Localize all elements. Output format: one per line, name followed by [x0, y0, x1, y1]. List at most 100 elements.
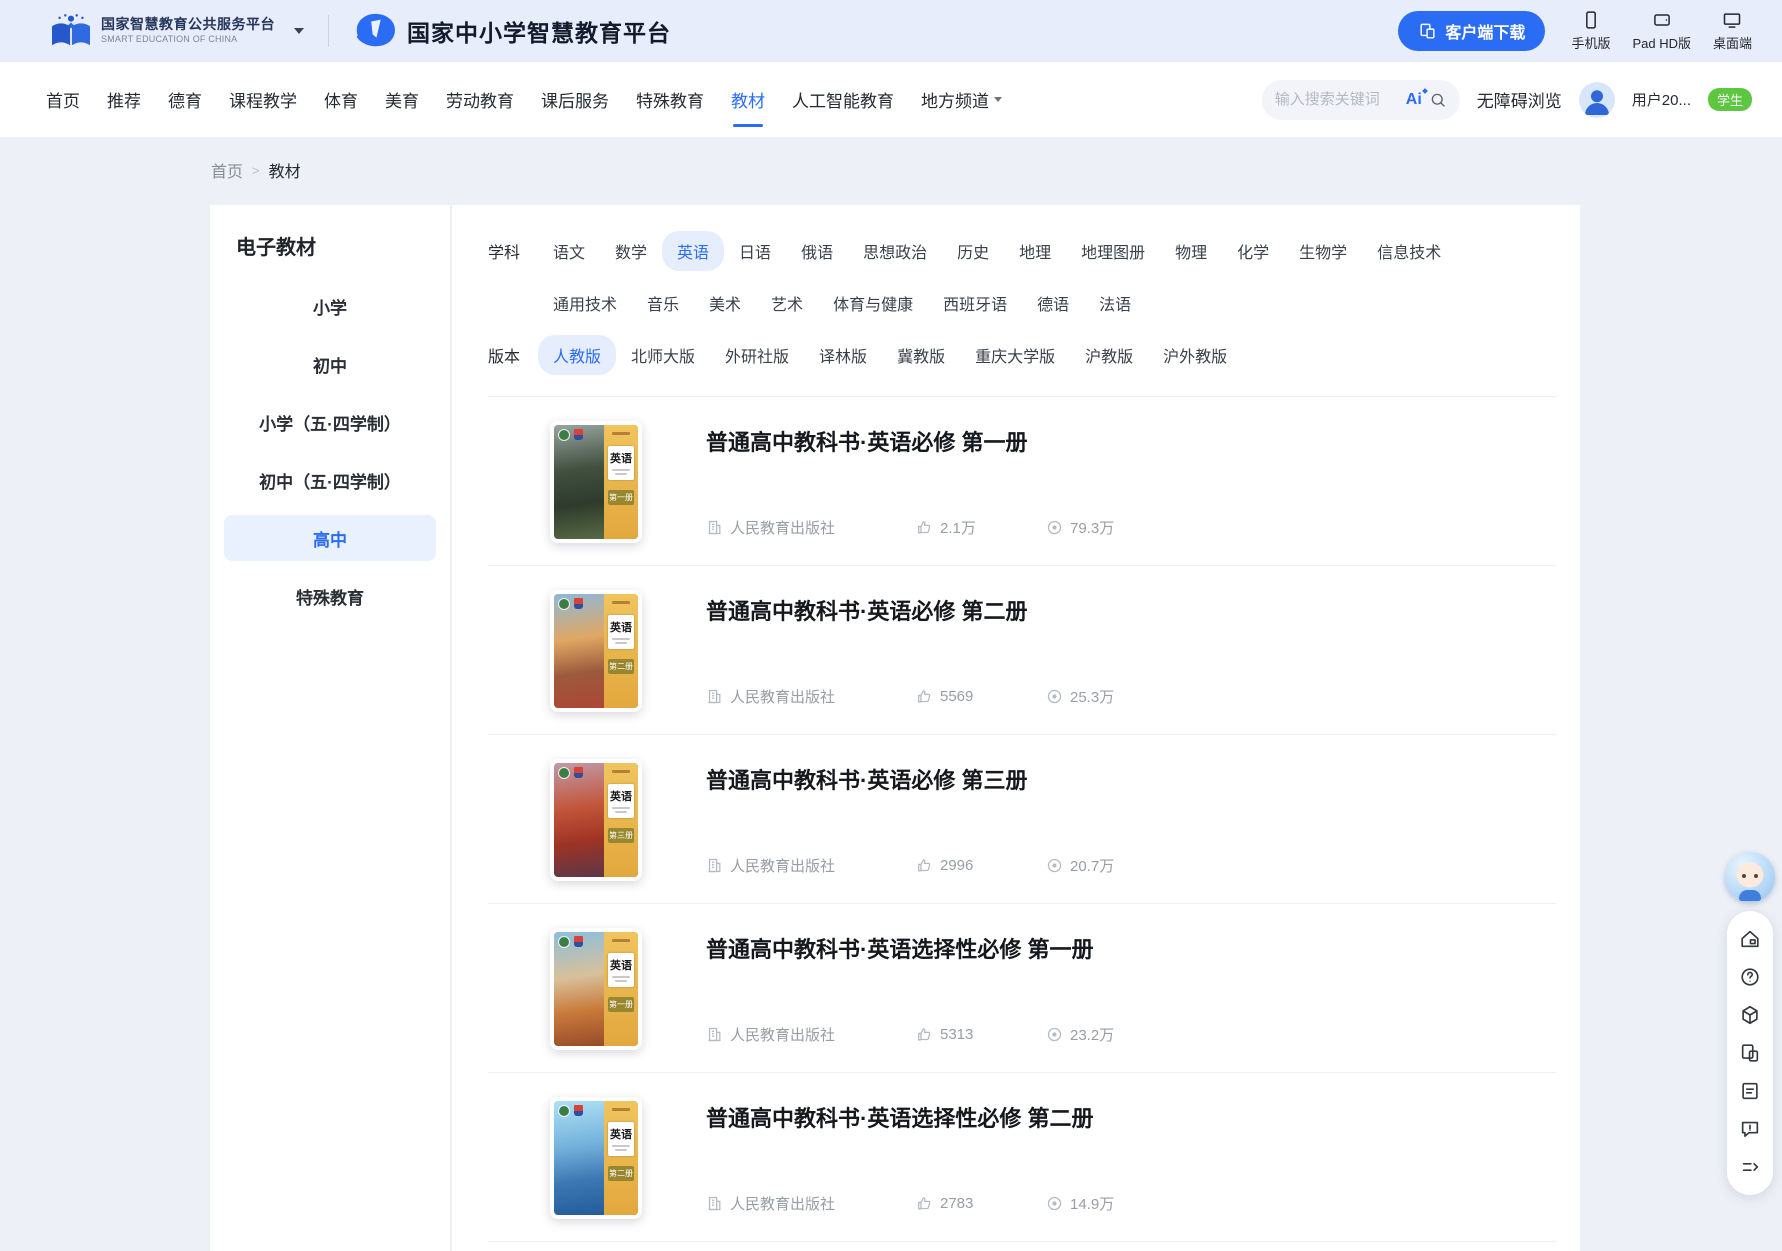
- phone-icon: [1581, 10, 1601, 30]
- book-title[interactable]: 普通高中教科书·英语必修 第三册: [706, 763, 1027, 795]
- sidebar-item[interactable]: 小学: [224, 283, 436, 329]
- collapse-icon[interactable]: [1739, 1156, 1761, 1178]
- site-logo[interactable]: 国家中小学智慧教育平台: [353, 12, 671, 50]
- nav-item[interactable]: 课程教学: [229, 87, 297, 112]
- version-filter[interactable]: 沪教版: [1070, 335, 1148, 375]
- version-filter[interactable]: 重庆大学版: [960, 335, 1070, 375]
- subject-filter[interactable]: 法语: [1084, 283, 1146, 323]
- cover-subject: 英语: [608, 957, 634, 973]
- version-filter[interactable]: 北师大版: [616, 335, 710, 375]
- feedback-icon[interactable]: [1739, 1118, 1761, 1140]
- version-filter[interactable]: 沪外教版: [1148, 335, 1242, 375]
- nav-item[interactable]: 体育: [324, 87, 358, 112]
- breadcrumb-home[interactable]: 首页: [211, 158, 243, 182]
- sidebar-item[interactable]: 高中: [224, 515, 436, 561]
- subject-filter[interactable]: 通用技术: [538, 283, 632, 323]
- sidebar-item[interactable]: 初中: [224, 341, 436, 387]
- chevron-down-icon[interactable]: [294, 28, 304, 34]
- subject-filter[interactable]: 历史: [942, 231, 1004, 271]
- book-title[interactable]: 普通高中教科书·英语必修 第一册: [706, 425, 1027, 457]
- notes-icon[interactable]: [1739, 1080, 1761, 1102]
- subject-filter[interactable]: 音乐: [632, 283, 694, 323]
- sidebar-item[interactable]: 小学（五·四学制）: [224, 399, 436, 445]
- book-cover[interactable]: 英语 第一册: [550, 421, 642, 543]
- help-icon[interactable]: [1739, 966, 1761, 988]
- subject-filter[interactable]: 化学: [1222, 231, 1284, 271]
- subject-filter[interactable]: 物理: [1160, 231, 1222, 271]
- device-link[interactable]: 桌面端: [1713, 10, 1752, 52]
- version-filter[interactable]: 冀教版: [882, 335, 960, 375]
- subject-filter[interactable]: 西班牙语: [928, 283, 1022, 323]
- home-icon[interactable]: [1739, 928, 1761, 950]
- device-link[interactable]: 手机版: [1571, 10, 1610, 52]
- book-row[interactable]: 英语 第二册 普通高中教科书·英语必修 第二册 人民教育出版社: [488, 566, 1556, 735]
- subject-filter[interactable]: 信息技术: [1362, 231, 1456, 271]
- publisher-name: 人民教育出版社: [730, 686, 835, 707]
- version-filter[interactable]: 外研社版: [710, 335, 804, 375]
- cover-volume: 第一册: [608, 997, 634, 1012]
- assistant-mascot[interactable]: [1725, 852, 1775, 902]
- subject-filter[interactable]: 思想政治: [848, 231, 942, 271]
- chevron-down-icon: [994, 97, 1002, 102]
- book-row[interactable]: 英语 第一册 普通高中教科书·英语必修 第一册 人民教育出版社: [488, 397, 1556, 566]
- thumbs-up-icon: [916, 519, 933, 536]
- subject-filter[interactable]: 英语: [662, 231, 724, 271]
- version-filter-label: 版本: [488, 343, 538, 367]
- ai-search-icon[interactable]: Ai: [1406, 91, 1422, 109]
- book-row[interactable]: 英语 第一册 普通高中教科书·英语选择性必修 第一册 人民教育出版社: [488, 904, 1556, 1073]
- cube-icon[interactable]: [1739, 1004, 1761, 1026]
- likes-count: 2783: [940, 1195, 973, 1212]
- search-icon[interactable]: [1429, 91, 1447, 109]
- sidebar-item[interactable]: 特殊教育: [224, 573, 436, 619]
- nav-item[interactable]: 特殊教育: [636, 87, 704, 112]
- publisher-logo-icon: [574, 598, 583, 609]
- subject-filter[interactable]: 地理: [1004, 231, 1066, 271]
- platform-logo[interactable]: 国家智慧教育公共服务平台 SMART EDUCATION OF CHINA: [50, 12, 304, 50]
- book-title[interactable]: 普通高中教科书·英语选择性必修 第一册: [706, 932, 1093, 964]
- username[interactable]: 用户20...: [1632, 89, 1691, 110]
- book-cover[interactable]: 英语 第二册: [550, 590, 642, 712]
- nav-item[interactable]: 人工智能教育: [792, 87, 894, 112]
- avatar[interactable]: [1579, 82, 1615, 118]
- publisher-logo-icon: [574, 429, 583, 440]
- subject-filter[interactable]: 俄语: [786, 231, 848, 271]
- book-title[interactable]: 普通高中教科书·英语必修 第二册: [706, 594, 1027, 626]
- views-icon: [1046, 519, 1063, 536]
- book-cover[interactable]: 英语 第一册: [550, 928, 642, 1050]
- devices-icon[interactable]: [1739, 1042, 1761, 1064]
- sidebar-item[interactable]: 初中（五·四学制）: [224, 457, 436, 503]
- version-filter[interactable]: 译林版: [804, 335, 882, 375]
- book-row[interactable]: 英语 第二册 普通高中教科书·英语选择性必修 第二册 人民教育出版社: [488, 1073, 1556, 1242]
- book-cover[interactable]: 英语 第三册: [550, 759, 642, 881]
- nav-item[interactable]: 推荐: [107, 87, 141, 112]
- search-input[interactable]: [1275, 91, 1399, 108]
- nav-item[interactable]: 美育: [385, 87, 419, 112]
- subject-filter[interactable]: 体育与健康: [818, 283, 928, 323]
- subject-filter[interactable]: 语文: [538, 231, 600, 271]
- nav-item[interactable]: 劳动教育: [446, 87, 514, 112]
- nav-item[interactable]: 首页: [46, 87, 80, 112]
- cover-logo-icon: [559, 1106, 569, 1116]
- views-count: 20.7万: [1070, 855, 1114, 876]
- nav-item[interactable]: 课后服务: [541, 87, 609, 112]
- subject-filter[interactable]: 日语: [724, 231, 786, 271]
- nav-item[interactable]: 地方频道: [921, 87, 1002, 112]
- book-cover[interactable]: 英语 第二册: [550, 1097, 642, 1219]
- client-download-button[interactable]: 客户端下载: [1398, 11, 1545, 51]
- subject-filter[interactable]: 地理图册: [1066, 231, 1160, 271]
- subject-filter[interactable]: 数学: [600, 231, 662, 271]
- subject-filter[interactable]: 生物学: [1284, 231, 1362, 271]
- subject-filter[interactable]: 美术: [694, 283, 756, 323]
- nav-item[interactable]: 教材: [731, 87, 765, 112]
- subject-filter[interactable]: 德语: [1022, 283, 1084, 323]
- book-title[interactable]: 普通高中教科书·英语选择性必修 第二册: [706, 1101, 1093, 1133]
- device-link[interactable]: Pad HD版: [1632, 10, 1691, 52]
- version-filter[interactable]: 人教版: [538, 335, 616, 375]
- book-row[interactable]: 英语 第三册 普通高中教科书·英语必修 第三册 人民教育出版社: [488, 735, 1556, 904]
- tablet-icon: [1652, 10, 1672, 30]
- search-box[interactable]: Ai: [1262, 80, 1460, 120]
- accessibility-link[interactable]: 无障碍浏览: [1477, 87, 1562, 112]
- subject-filter[interactable]: 艺术: [756, 283, 818, 323]
- download-devices-icon: [1418, 22, 1437, 41]
- nav-item[interactable]: 德育: [168, 87, 202, 112]
